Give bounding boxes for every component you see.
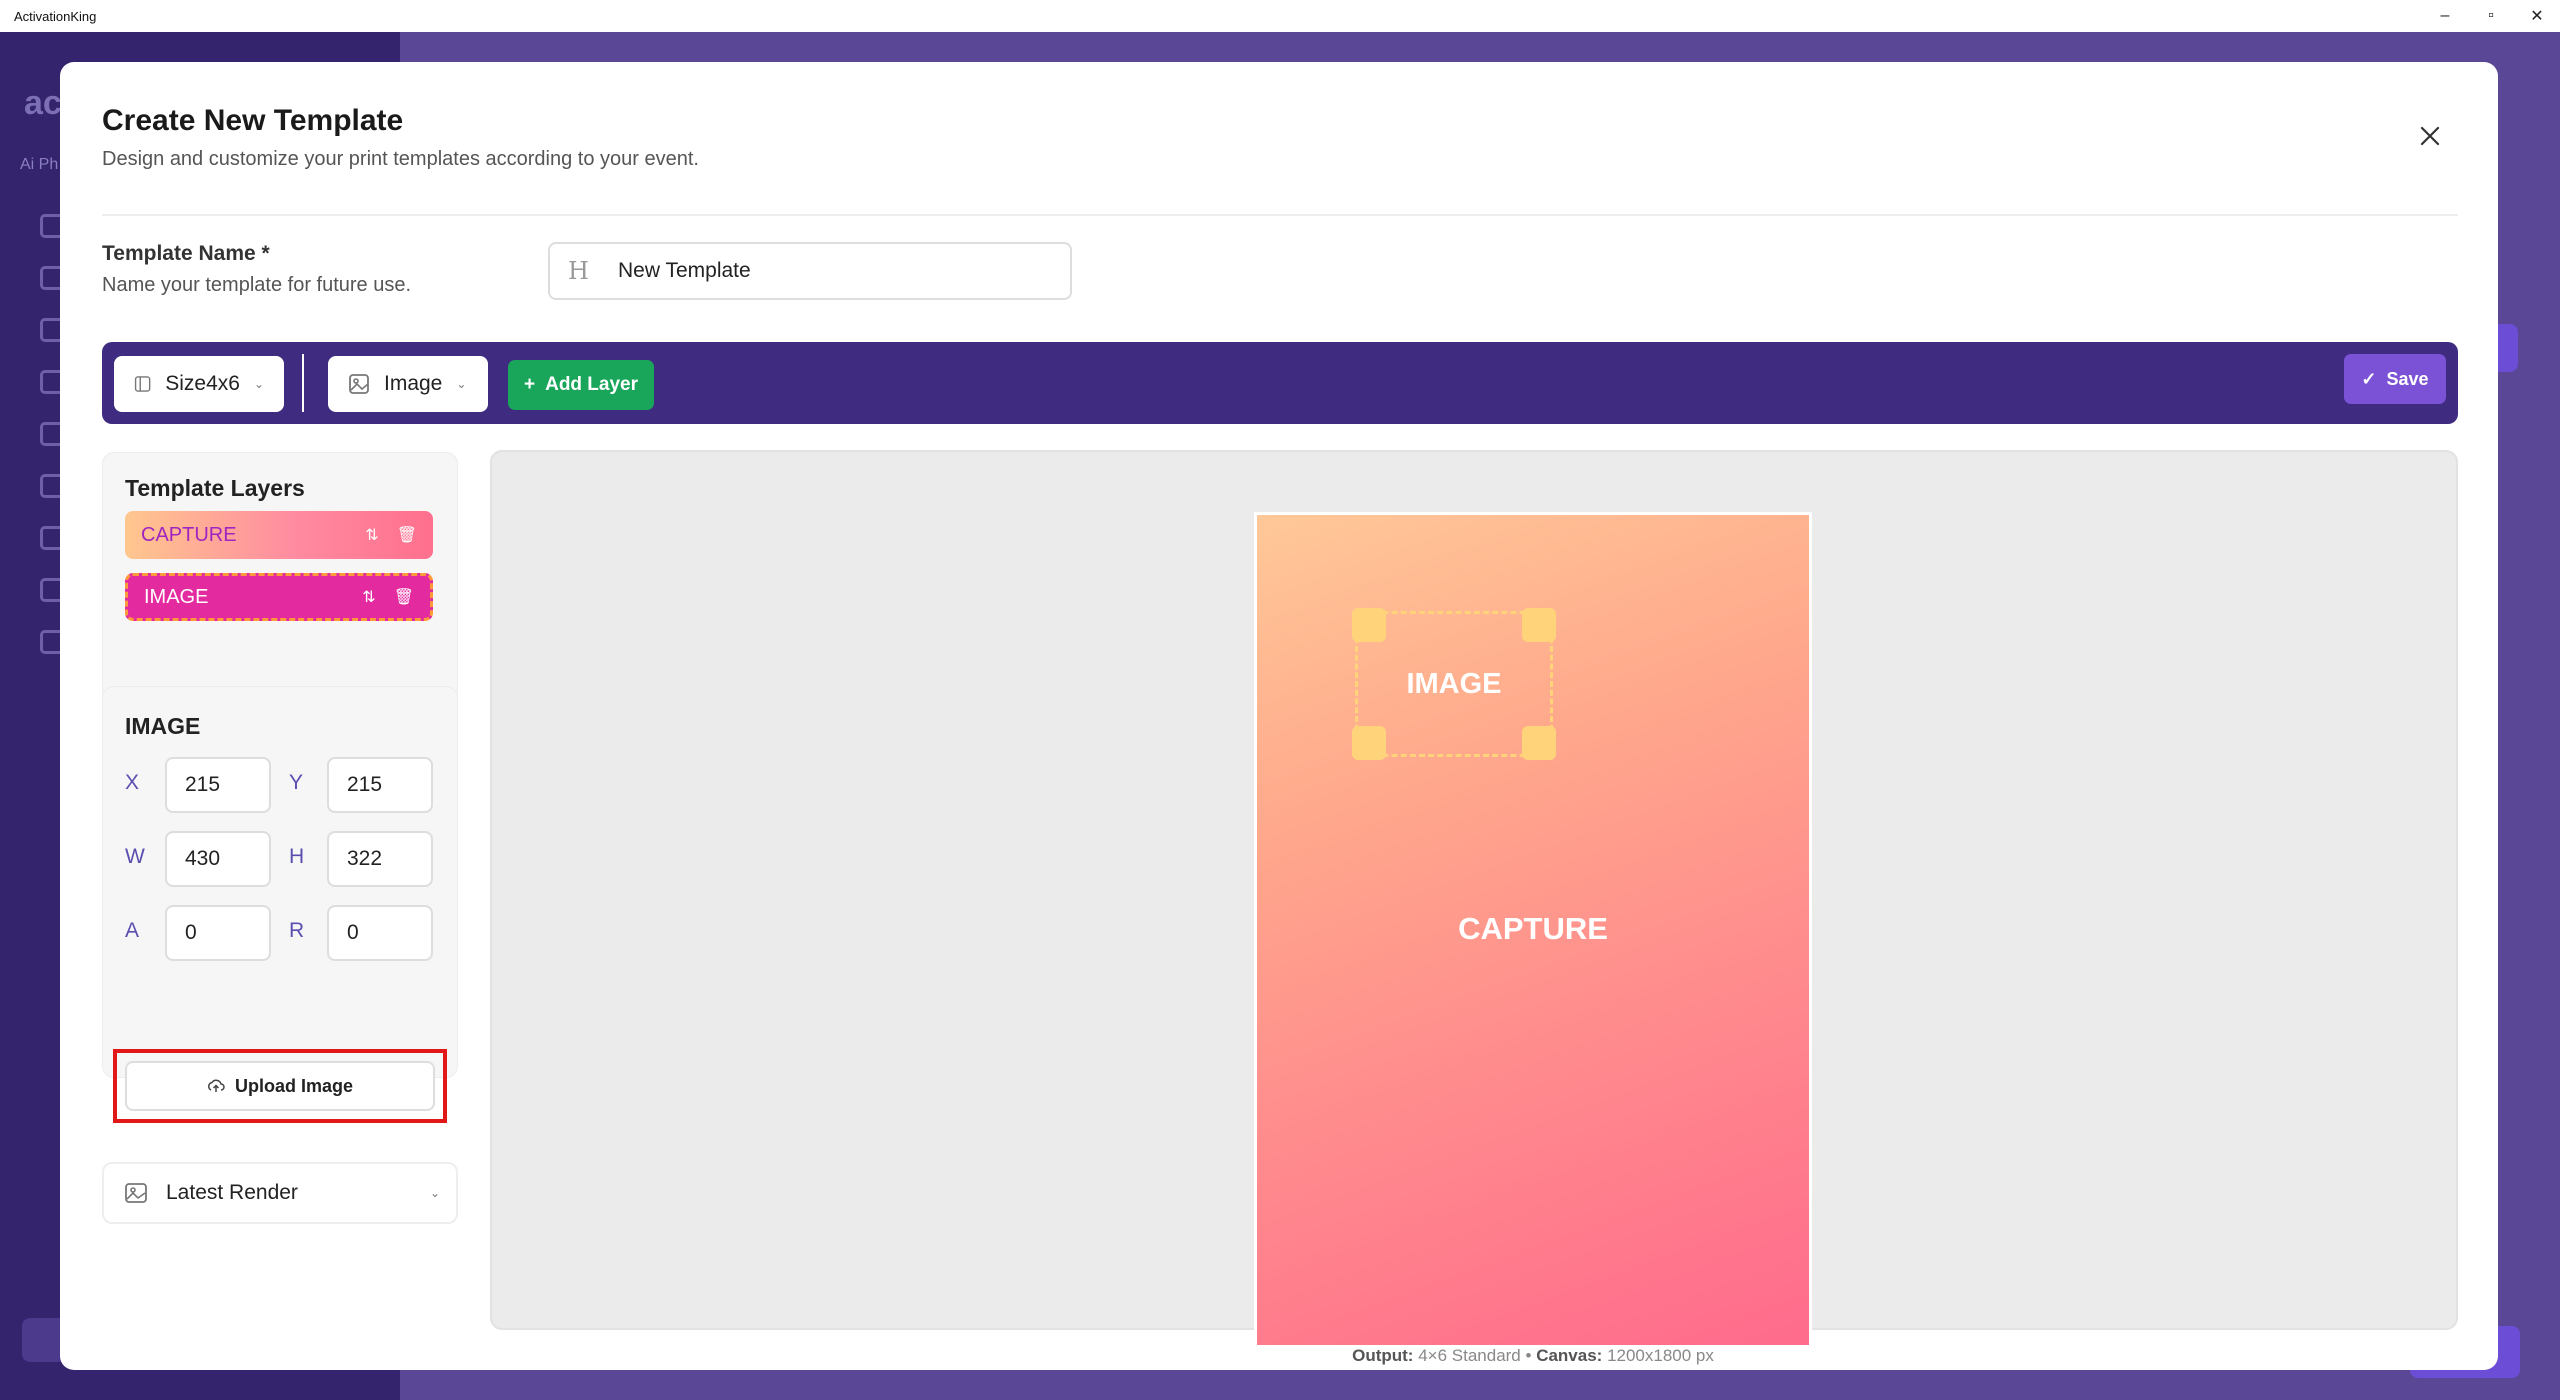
r-label: R (289, 919, 305, 942)
latest-render-label: Latest Render (166, 1181, 298, 1204)
h-input[interactable]: 322 (327, 831, 433, 887)
template-name-help: Name your template for future use. (102, 274, 412, 296)
toolbar-separator (302, 354, 304, 412)
window-controls: – ▫ ✕ (2422, 0, 2560, 32)
reorder-icon[interactable]: ⇅ (362, 587, 375, 607)
modal-title: Create New Template (102, 104, 404, 137)
background-logo: ac (24, 84, 62, 122)
check-icon: ✓ (2361, 368, 2377, 389)
resize-handle-bottom-left[interactable] (1352, 726, 1386, 760)
minimize-icon[interactable]: – (2422, 0, 2468, 32)
capture-layer-label: CAPTURE (1458, 911, 1608, 946)
reorder-icon[interactable]: ⇅ (365, 525, 378, 545)
upload-image-button[interactable]: Upload Image (125, 1061, 435, 1111)
canvas-value: 1200x1800 px (1607, 1346, 1714, 1365)
close-window-icon[interactable]: ✕ (2514, 0, 2560, 32)
h-label: H (289, 845, 305, 868)
a-input[interactable]: 0 (165, 905, 271, 961)
trash-icon[interactable]: 🗑 (394, 587, 414, 607)
canvas-caption: Output: 4×6 Standard • Canvas: 1200x1800… (1254, 1346, 1812, 1366)
size-select[interactable]: Size4x6 ⌄ (114, 356, 284, 412)
chevron-down-icon: ⌄ (429, 1186, 440, 1200)
caption-separator: • (1525, 1346, 1537, 1365)
a-label: A (125, 919, 140, 942)
save-button[interactable]: ✓ Save (2344, 354, 2446, 404)
image-icon (125, 1183, 147, 1203)
resize-handle-top-right[interactable] (1522, 608, 1556, 642)
image-layer-box[interactable]: IMAGE (1352, 608, 1556, 760)
canvas-label: Canvas: (1536, 1346, 1603, 1365)
w-input[interactable]: 430 (165, 831, 271, 887)
template-name-input[interactable]: H New Template (548, 242, 1072, 300)
modal-subtitle: Design and customize your print template… (102, 148, 699, 170)
heading-icon: H (568, 257, 589, 285)
r-input[interactable]: 0 (327, 905, 433, 961)
print-canvas[interactable]: IMAGE CAPTURE (1254, 512, 1812, 1348)
divider (102, 214, 2458, 216)
chevron-down-icon: ⌄ (253, 377, 264, 391)
resize-handle-top-left[interactable] (1352, 608, 1386, 642)
output-value: 4×6 Standard (1418, 1346, 1521, 1365)
create-template-modal: Create New Template Design and customize… (60, 62, 2498, 1370)
x-input[interactable]: 215 (165, 757, 271, 813)
latest-render-dropdown[interactable]: Latest Render ⌄ (102, 1162, 458, 1224)
editor-toolbar: Size4x6 ⌄ Image ⌄ + Add Layer ✓ Save (102, 342, 2458, 424)
layers-title: Template Layers (125, 475, 305, 501)
cloud-upload-icon (208, 1079, 225, 1092)
add-layer-button[interactable]: + Add Layer (508, 360, 654, 410)
trash-icon[interactable]: 🗑 (397, 525, 417, 545)
y-input[interactable]: 215 (327, 757, 433, 813)
chevron-down-icon: ⌄ (456, 377, 467, 391)
w-label: W (125, 845, 145, 868)
resize-handle-bottom-right[interactable] (1522, 726, 1556, 760)
image-layer-label: IMAGE (1406, 667, 1502, 700)
template-name-label: Template Name * (102, 242, 270, 265)
template-name-value[interactable]: New Template (618, 259, 751, 283)
layer-properties-panel: IMAGE X 215 Y 215 W 430 H 322 A 0 R 0 Up… (102, 686, 458, 1123)
layer-item-capture[interactable]: CAPTURE ⇅ 🗑 (125, 511, 433, 559)
layer-type-value: Image (384, 372, 443, 395)
size-select-value: Size4x6 (165, 372, 240, 395)
close-icon[interactable] (2412, 118, 2448, 154)
upload-image-label: Upload Image (234, 1075, 354, 1096)
properties-title: IMAGE (125, 713, 201, 739)
layout-icon (134, 376, 151, 392)
restore-icon[interactable]: ▫ (2468, 0, 2514, 32)
add-layer-label: Add Layer (545, 374, 639, 395)
layer-label: CAPTURE (141, 523, 237, 546)
plus-icon: + (523, 374, 536, 395)
layer-type-select[interactable]: Image ⌄ (328, 356, 488, 412)
image-icon (349, 374, 369, 394)
background-subtitle: Ai Ph (20, 156, 59, 173)
window-title: ActivationKing (14, 8, 97, 24)
y-label: Y (289, 771, 304, 794)
layer-label: IMAGE (144, 585, 209, 608)
window-titlebar: ActivationKing – ▫ ✕ (0, 0, 2560, 32)
x-label: X (125, 771, 140, 794)
layer-item-image[interactable]: IMAGE ⇅ 🗑 (125, 573, 433, 621)
template-layers-panel: Template Layers CAPTURE ⇅ 🗑 IMAGE ⇅ 🗑 (102, 452, 458, 702)
output-label: Output: (1352, 1346, 1414, 1365)
save-label: Save (2386, 368, 2429, 389)
